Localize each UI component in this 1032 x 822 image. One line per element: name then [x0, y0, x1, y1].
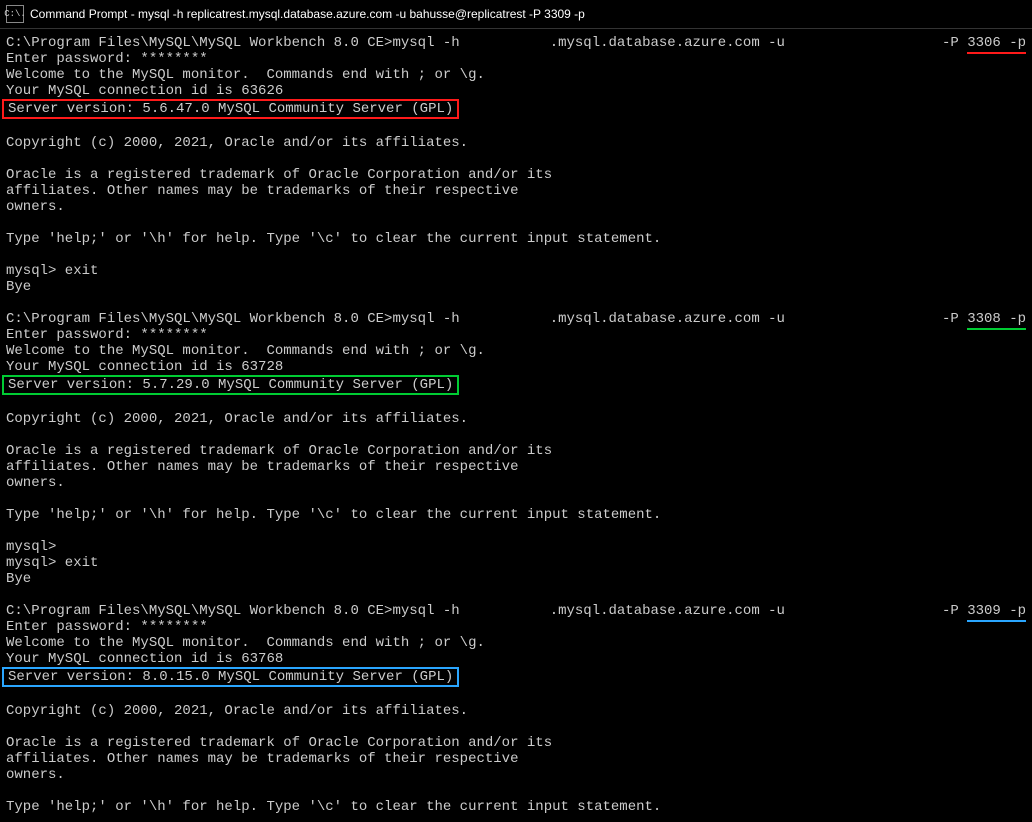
trademark-line: owners.: [6, 199, 1026, 215]
cmd-icon: C:\.: [6, 5, 24, 23]
trademark-line: affiliates. Other names may be trademark…: [6, 751, 1026, 767]
connection-id-line: Your MySQL connection id is 63728: [6, 359, 1026, 375]
port-underline: 3308 -p: [967, 311, 1026, 330]
server-version-box: Server version: 5.7.29.0 MySQL Community…: [2, 375, 459, 395]
trademark-line: owners.: [6, 767, 1026, 783]
welcome-line: Welcome to the MySQL monitor. Commands e…: [6, 67, 1026, 83]
mysql-prompt-line: Bye: [6, 279, 1026, 295]
welcome-line: Welcome to the MySQL monitor. Commands e…: [6, 635, 1026, 651]
server-version-line: Server version: 5.6.47.0 MySQL Community…: [6, 99, 1026, 119]
prompt-path: C:\Program Files\MySQL\MySQL Workbench 8…: [6, 35, 460, 51]
blank-line: [6, 523, 1026, 539]
mysql-prompt-line: Bye: [6, 571, 1026, 587]
trademark-line: affiliates. Other names may be trademark…: [6, 183, 1026, 199]
connection-id-line: Your MySQL connection id is 63626: [6, 83, 1026, 99]
blank-line: [6, 295, 1026, 311]
server-version-box: Server version: 5.6.47.0 MySQL Community…: [2, 99, 459, 119]
blank-line: [6, 687, 1026, 703]
copyright-line: Copyright (c) 2000, 2021, Oracle and/or …: [6, 703, 1026, 719]
blank-line: [6, 587, 1026, 603]
trademark-line: Oracle is a registered trademark of Orac…: [6, 443, 1026, 459]
blank-line: [6, 815, 1026, 822]
titlebar[interactable]: C:\. Command Prompt - mysql -h replicatr…: [0, 0, 1032, 29]
password-prompt: Enter password: ********: [6, 51, 1026, 67]
port-underline: 3309 -p: [967, 603, 1026, 622]
trademark-line: affiliates. Other names may be trademark…: [6, 459, 1026, 475]
blank-line: [6, 491, 1026, 507]
server-version-box: Server version: 8.0.15.0 MySQL Community…: [2, 667, 459, 687]
mysql-connect-command: C:\Program Files\MySQL\MySQL Workbench 8…: [6, 603, 1026, 619]
connection-id-line: Your MySQL connection id is 63768: [6, 651, 1026, 667]
port-arg: -P 3308 -p: [942, 311, 1026, 327]
blank-line: [6, 719, 1026, 735]
trademark-line: Oracle is a registered trademark of Orac…: [6, 167, 1026, 183]
help-line: Type 'help;' or '\h' for help. Type '\c'…: [6, 799, 1026, 815]
password-prompt: Enter password: ********: [6, 327, 1026, 343]
window-title: Command Prompt - mysql -h replicatrest.m…: [30, 6, 585, 22]
server-version-line: Server version: 8.0.15.0 MySQL Community…: [6, 667, 1026, 687]
help-line: Type 'help;' or '\h' for help. Type '\c'…: [6, 507, 1026, 523]
host-arg: .mysql.database.azure.com -u: [550, 311, 785, 327]
mysql-prompt-line: mysql> exit: [6, 555, 1026, 571]
blank-line: [6, 247, 1026, 263]
copyright-line: Copyright (c) 2000, 2021, Oracle and/or …: [6, 135, 1026, 151]
copyright-line: Copyright (c) 2000, 2021, Oracle and/or …: [6, 411, 1026, 427]
server-version-line: Server version: 5.7.29.0 MySQL Community…: [6, 375, 1026, 395]
terminal-output[interactable]: C:\Program Files\MySQL\MySQL Workbench 8…: [0, 29, 1032, 822]
blank-line: [6, 427, 1026, 443]
trademark-line: Oracle is a registered trademark of Orac…: [6, 735, 1026, 751]
mysql-prompt-line: mysql>: [6, 539, 1026, 555]
password-prompt: Enter password: ********: [6, 619, 1026, 635]
mysql-prompt-line: mysql> exit: [6, 263, 1026, 279]
host-arg: .mysql.database.azure.com -u: [550, 35, 785, 51]
help-line: Type 'help;' or '\h' for help. Type '\c'…: [6, 231, 1026, 247]
blank-line: [6, 119, 1026, 135]
prompt-path: C:\Program Files\MySQL\MySQL Workbench 8…: [6, 603, 460, 619]
host-arg: .mysql.database.azure.com -u: [550, 603, 785, 619]
trademark-line: owners.: [6, 475, 1026, 491]
port-underline: 3306 -p: [967, 35, 1026, 54]
prompt-path: C:\Program Files\MySQL\MySQL Workbench 8…: [6, 311, 460, 327]
welcome-line: Welcome to the MySQL monitor. Commands e…: [6, 343, 1026, 359]
port-arg: -P 3306 -p: [942, 35, 1026, 51]
blank-line: [6, 151, 1026, 167]
port-arg: -P 3309 -p: [942, 603, 1026, 619]
mysql-connect-command: C:\Program Files\MySQL\MySQL Workbench 8…: [6, 311, 1026, 327]
mysql-connect-command: C:\Program Files\MySQL\MySQL Workbench 8…: [6, 35, 1026, 51]
blank-line: [6, 395, 1026, 411]
blank-line: [6, 783, 1026, 799]
blank-line: [6, 215, 1026, 231]
